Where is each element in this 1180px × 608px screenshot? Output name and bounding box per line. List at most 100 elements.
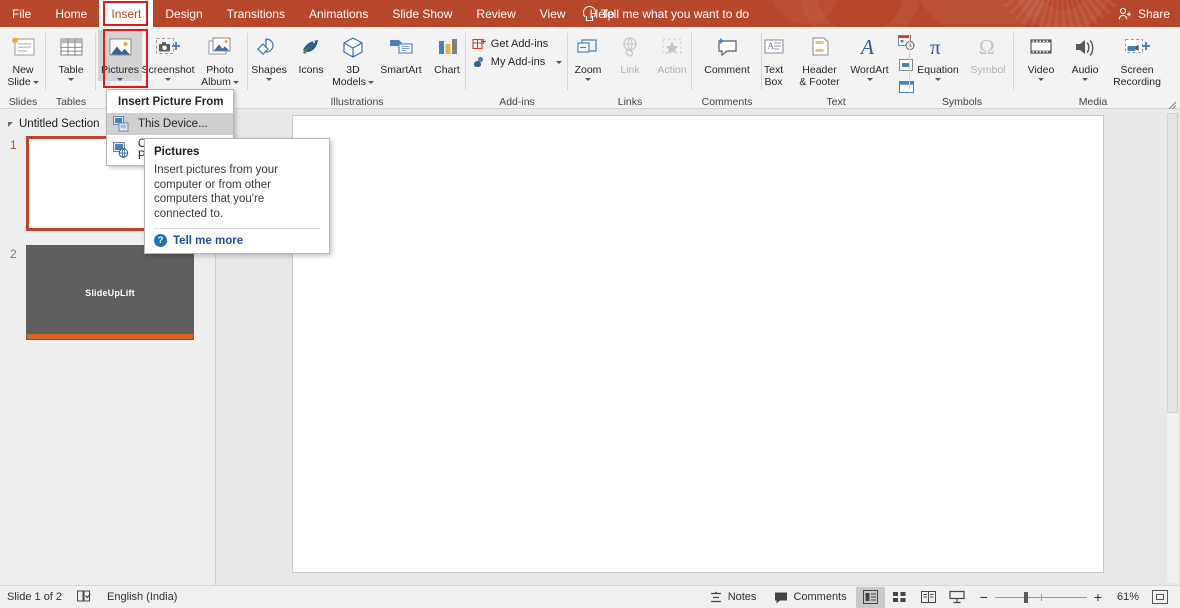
slide-thumbnail-2[interactable]: SlideUpLift — [26, 245, 194, 340]
tab-insert[interactable]: Insert — [99, 0, 154, 27]
zoom-control[interactable]: − + 61% — [972, 589, 1176, 605]
zoom-slider-handle[interactable] — [1023, 591, 1028, 603]
svg-text:A: A — [767, 41, 774, 51]
svg-text:Ω: Ω — [979, 35, 995, 59]
tab-file[interactable]: File — [0, 0, 43, 27]
wordart-button[interactable]: A WordArt — [846, 30, 894, 81]
table-caret-icon[interactable] — [68, 77, 74, 81]
spell-check-icon[interactable] — [76, 589, 93, 606]
screenshot-caret-icon[interactable] — [165, 77, 171, 81]
audio-speaker-icon — [1071, 33, 1099, 63]
3d-models-button[interactable]: 3D Models — [331, 30, 375, 88]
fit-to-window-button[interactable] — [1152, 590, 1168, 604]
menu-item-this-device[interactable]: This Device... — [107, 113, 233, 135]
3d-models-label-1: 3D — [346, 64, 360, 76]
tab-transitions[interactable]: Transitions — [215, 0, 297, 27]
shapes-button[interactable]: Shapes — [247, 30, 291, 81]
comments-button[interactable]: Comments — [765, 587, 855, 608]
my-addins-button[interactable]: My Add-ins — [472, 55, 563, 69]
menu-header-label: Insert Picture From — [118, 96, 224, 108]
zoom-out-button[interactable]: − — [980, 589, 988, 605]
3d-models-caret-icon[interactable] — [367, 80, 374, 84]
collapse-ribbon-arrow-icon[interactable] — [1168, 97, 1177, 110]
photo-album-caret-icon[interactable] — [232, 80, 239, 84]
chart-button[interactable]: Chart — [427, 30, 467, 77]
tab-slide-show[interactable]: Slide Show — [380, 0, 464, 27]
link-label: Link — [620, 64, 640, 76]
header-footer-label-1: Header — [802, 64, 837, 76]
normal-view-button[interactable] — [855, 586, 885, 608]
equation-caret-icon[interactable] — [935, 77, 941, 81]
help-question-icon: ? — [154, 234, 167, 247]
zoom-caret-icon[interactable] — [585, 77, 591, 81]
tell-me-search[interactable]: Tell me what you want to do — [583, 0, 749, 27]
pictures-caret-icon[interactable] — [117, 77, 123, 81]
language-label[interactable]: English (India) — [107, 591, 177, 603]
group-label-addins: Add-ins — [499, 96, 535, 108]
audio-button[interactable]: Audio — [1063, 30, 1107, 81]
video-label: Video — [1027, 64, 1055, 76]
tooltip-tell-me-more-link[interactable]: ? Tell me more — [154, 234, 320, 247]
slide-sorter-icon — [892, 592, 906, 602]
current-slide-canvas[interactable] — [292, 115, 1104, 573]
comment-button[interactable]: Comment — [697, 30, 757, 77]
audio-caret-icon[interactable] — [1082, 77, 1088, 81]
zoom-slider[interactable] — [994, 591, 1087, 603]
video-caret-icon[interactable] — [1038, 77, 1044, 81]
slide-count-label[interactable]: Slide 1 of 2 — [7, 591, 62, 603]
link-button: Link — [610, 30, 650, 77]
pictures-button[interactable]: Pictures — [98, 30, 142, 81]
slide-thumbnail-item[interactable]: 2 SlideUpLift — [10, 245, 215, 340]
zoom-label: Zoom — [574, 64, 602, 76]
icons-button[interactable]: Icons — [291, 30, 331, 77]
ribbon-group-comments: Comment Comments — [692, 27, 762, 109]
slide-show-view-button[interactable] — [943, 587, 972, 608]
screen-recording-label-2: Recording — [1113, 75, 1161, 88]
action-button: Action — [650, 30, 694, 77]
tab-review[interactable]: Review — [464, 0, 527, 27]
slide-canvas-area — [217, 109, 1180, 585]
equation-button[interactable]: π Equation — [912, 30, 964, 81]
tab-view[interactable]: View — [528, 0, 578, 27]
zoom-button[interactable]: Zoom — [566, 30, 610, 81]
text-box-button[interactable]: A Text Box — [754, 30, 794, 88]
device-picture-icon — [113, 116, 129, 132]
my-addins-caret-icon[interactable] — [556, 60, 563, 64]
get-addins-button[interactable]: Get Add-ins — [472, 37, 562, 51]
get-addins-label: Get Add-ins — [490, 38, 549, 50]
notes-button[interactable]: Notes — [700, 587, 766, 608]
zoom-in-button[interactable]: + — [1094, 589, 1102, 605]
zoom-slider-tick — [1040, 593, 1042, 601]
cube-3d-icon — [339, 33, 367, 63]
smartart-button[interactable]: SmartArt — [375, 30, 427, 77]
vertical-scrollbar[interactable] — [1167, 111, 1178, 583]
symbol-label: Symbol — [970, 64, 1006, 76]
equation-pi-icon: π — [923, 33, 953, 63]
ribbon-tab-bar: File Home Insert Design Transitions Anim… — [0, 0, 626, 27]
table-button[interactable]: Table — [49, 30, 93, 81]
tab-design[interactable]: Design — [153, 0, 214, 27]
section-collapse-icon[interactable] — [8, 121, 13, 127]
share-button[interactable]: Share — [1118, 0, 1170, 27]
new-slide-button[interactable]: New Slide — [1, 30, 45, 88]
table-label: Table — [58, 64, 84, 76]
tab-animations[interactable]: Animations — [297, 0, 380, 27]
my-addins-icon — [473, 56, 483, 67]
shapes-caret-icon[interactable] — [266, 77, 272, 81]
new-slide-caret-icon[interactable] — [32, 80, 39, 84]
wordart-caret-icon[interactable] — [866, 77, 873, 81]
vertical-scrollbar-thumb[interactable] — [1167, 113, 1178, 413]
header-footer-button[interactable]: Header & Footer — [794, 30, 846, 88]
tab-home[interactable]: Home — [43, 0, 99, 27]
share-label: Share — [1137, 6, 1170, 21]
notes-icon — [710, 591, 721, 602]
shapes-icon — [254, 33, 284, 63]
video-button[interactable]: Video — [1019, 30, 1063, 81]
reading-view-button[interactable] — [914, 587, 943, 608]
photo-album-button[interactable]: Photo Album — [194, 30, 246, 88]
zoom-percentage-label[interactable]: 61% — [1109, 591, 1139, 603]
screenshot-button[interactable]: Screenshot — [141, 30, 195, 81]
online-picture-icon — [113, 142, 129, 158]
screen-recording-button[interactable]: Screen Recording — [1107, 30, 1167, 88]
slide-sorter-view-button[interactable] — [885, 587, 914, 608]
